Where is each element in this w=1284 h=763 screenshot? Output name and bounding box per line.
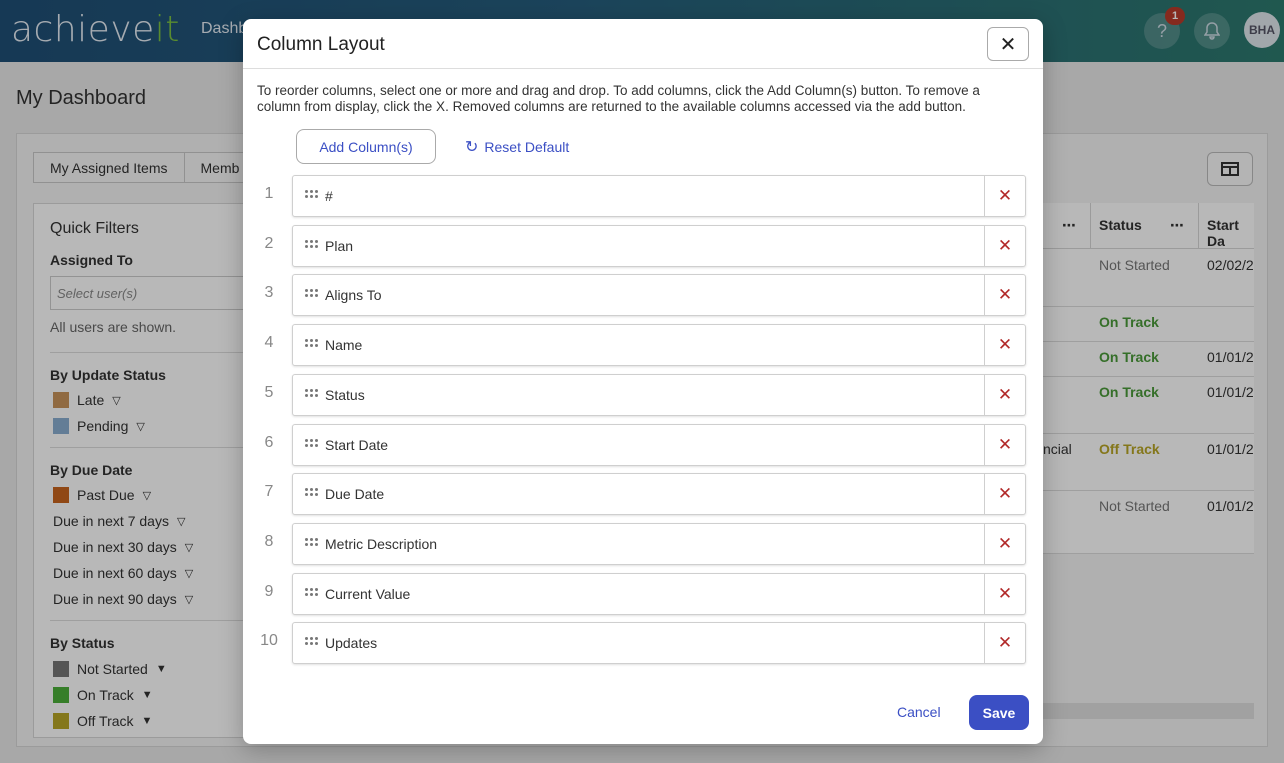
dialog-instructions: To reorder columns, select one or more a… bbox=[257, 83, 980, 114]
column-number: 2 bbox=[264, 234, 274, 252]
column-number: 4 bbox=[264, 334, 274, 352]
column-label: Aligns To bbox=[325, 287, 382, 304]
remove-column-icon[interactable]: ✕ bbox=[984, 573, 1025, 614]
column-number: 3 bbox=[264, 284, 274, 302]
dialog-title: Column Layout bbox=[257, 34, 385, 55]
column-label: Metric Description bbox=[325, 535, 438, 552]
close-icon[interactable]: ✕ bbox=[987, 27, 1029, 61]
column-row[interactable]: 10 Updates ✕ bbox=[243, 622, 1043, 665]
remove-column-icon[interactable]: ✕ bbox=[984, 523, 1025, 564]
column-row[interactable]: 2 Plan ✕ bbox=[243, 224, 1043, 267]
remove-column-icon[interactable]: ✕ bbox=[984, 275, 1025, 316]
remove-column-icon[interactable]: ✕ bbox=[984, 474, 1025, 515]
column-label: Plan bbox=[325, 237, 354, 254]
remove-column-icon[interactable]: ✕ bbox=[984, 225, 1025, 266]
remove-column-icon[interactable]: ✕ bbox=[984, 176, 1025, 216]
drag-handle-icon[interactable] bbox=[305, 537, 319, 550]
column-row[interactable]: 1 # ✕ bbox=[243, 175, 1043, 217]
column-item[interactable]: Due Date ✕ bbox=[292, 473, 1026, 516]
drag-handle-icon[interactable] bbox=[305, 637, 319, 649]
drag-handle-icon[interactable] bbox=[305, 388, 319, 401]
column-label: Start Date bbox=[325, 436, 389, 453]
column-number: 8 bbox=[264, 532, 274, 550]
column-label: Due Date bbox=[325, 486, 385, 503]
column-item[interactable]: Plan ✕ bbox=[292, 224, 1026, 267]
column-item[interactable]: Updates ✕ bbox=[292, 622, 1026, 665]
drag-handle-icon[interactable] bbox=[305, 488, 319, 500]
remove-column-icon[interactable]: ✕ bbox=[984, 374, 1025, 415]
column-row[interactable]: 9 Current Value ✕ bbox=[243, 572, 1043, 615]
drag-handle-icon[interactable] bbox=[305, 190, 319, 202]
reset-default-button[interactable]: ↻ Reset Default bbox=[465, 137, 569, 157]
column-label: Name bbox=[325, 337, 363, 354]
remove-column-icon[interactable]: ✕ bbox=[984, 424, 1025, 465]
column-label: # bbox=[325, 188, 333, 204]
reset-default-label: Reset Default bbox=[484, 139, 570, 155]
column-number: 7 bbox=[264, 483, 274, 501]
column-label: Updates bbox=[325, 635, 378, 652]
column-number: 1 bbox=[264, 185, 274, 202]
add-columns-button[interactable]: Add Column(s) bbox=[296, 129, 436, 164]
drag-handle-icon[interactable] bbox=[305, 339, 319, 351]
column-item[interactable]: Name ✕ bbox=[292, 324, 1026, 367]
reset-icon: ↻ bbox=[465, 139, 479, 156]
column-item[interactable]: Start Date ✕ bbox=[292, 423, 1026, 466]
column-row[interactable]: 3 Aligns To ✕ bbox=[243, 274, 1043, 317]
remove-column-icon[interactable]: ✕ bbox=[984, 325, 1025, 366]
column-number: 10 bbox=[260, 632, 278, 650]
drag-handle-icon[interactable] bbox=[305, 289, 319, 301]
column-number: 9 bbox=[264, 582, 274, 600]
column-item[interactable]: Status ✕ bbox=[292, 373, 1026, 416]
column-item[interactable]: Metric Description ✕ bbox=[292, 522, 1026, 565]
column-row[interactable]: 4 Name ✕ bbox=[243, 324, 1043, 367]
column-row[interactable]: 8 Metric Description ✕ bbox=[243, 522, 1043, 565]
column-item[interactable]: # ✕ bbox=[292, 175, 1026, 217]
column-layout-dialog: Column Layout ✕ To reorder columns, sele… bbox=[243, 19, 1043, 744]
drag-handle-icon[interactable] bbox=[305, 587, 319, 600]
drag-handle-icon[interactable] bbox=[305, 239, 319, 252]
column-item[interactable]: Current Value ✕ bbox=[292, 572, 1026, 615]
column-item[interactable]: Aligns To ✕ bbox=[292, 274, 1026, 317]
cancel-button[interactable]: Cancel bbox=[897, 704, 941, 720]
dialog-divider bbox=[243, 68, 1043, 69]
save-button[interactable]: Save bbox=[969, 695, 1029, 730]
column-number: 5 bbox=[264, 383, 274, 401]
column-row[interactable]: 5 Status ✕ bbox=[243, 373, 1043, 416]
column-label: Status bbox=[325, 386, 365, 403]
column-label: Current Value bbox=[325, 585, 411, 602]
remove-column-icon[interactable]: ✕ bbox=[984, 623, 1025, 664]
column-row[interactable]: 7 Due Date ✕ bbox=[243, 473, 1043, 516]
drag-handle-icon[interactable] bbox=[305, 438, 319, 451]
column-row[interactable]: 6 Start Date ✕ bbox=[243, 423, 1043, 466]
column-number: 6 bbox=[264, 433, 274, 451]
